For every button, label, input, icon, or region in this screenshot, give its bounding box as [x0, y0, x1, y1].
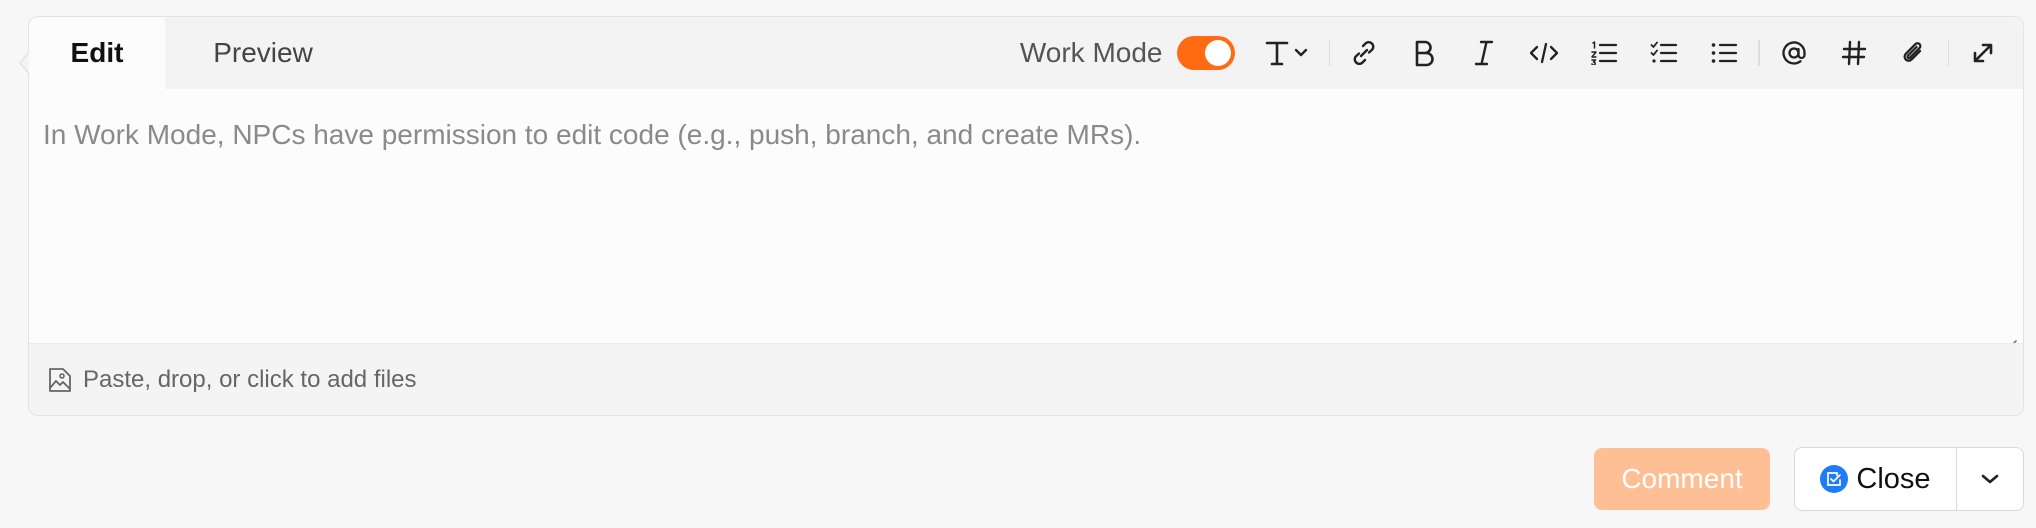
- textarea-placeholder: In Work Mode, NPCs have permission to ed…: [43, 119, 1142, 150]
- toolbar-divider: [1758, 40, 1760, 66]
- text-style-icon: [1265, 41, 1307, 66]
- close-button[interactable]: Close: [1795, 448, 1957, 510]
- text-style-button[interactable]: [1253, 31, 1325, 75]
- close-button-group: Close: [1794, 447, 2024, 511]
- close-status-icon: [1820, 465, 1849, 493]
- comment-button[interactable]: Comment: [1594, 448, 1770, 510]
- work-mode-toggle[interactable]: [1176, 36, 1235, 70]
- chevron-down-icon: [1294, 48, 1307, 57]
- ordered-list-button[interactable]: [1574, 31, 1634, 75]
- tab-preview[interactable]: Preview: [193, 17, 333, 89]
- file-drop-zone[interactable]: Paste, drop, or click to add files: [29, 343, 2023, 415]
- link-button[interactable]: [1334, 31, 1394, 75]
- link-icon: [1353, 40, 1375, 66]
- comment-editor: Edit Preview Work Mode In Work Mode, NPC…: [19, 16, 2024, 416]
- mention-icon: [1781, 41, 1806, 65]
- toggle-knob: [1204, 40, 1231, 66]
- code-button[interactable]: [1514, 31, 1574, 75]
- editor-header: Edit Preview Work Mode: [29, 17, 2023, 89]
- comment-textarea[interactable]: In Work Mode, NPCs have permission to ed…: [29, 89, 2023, 359]
- attachment-icon: [1902, 42, 1921, 62]
- attachment-button[interactable]: [1884, 31, 1944, 75]
- toolbar-divider: [1947, 40, 1949, 66]
- code-icon: [1529, 42, 1559, 64]
- italic-icon: [1474, 40, 1494, 66]
- tab-edit[interactable]: Edit: [29, 17, 165, 89]
- editor-pointer: [19, 51, 30, 75]
- close-button-label: Close: [1856, 462, 1931, 495]
- italic-button[interactable]: [1454, 31, 1514, 75]
- toolbar-divider: [1328, 40, 1330, 66]
- task-list-icon: [1650, 41, 1678, 63]
- chevron-down-icon: [1981, 474, 1999, 484]
- formatting-toolbar: Work Mode: [1020, 17, 2013, 89]
- image-icon: [49, 367, 71, 392]
- work-mode-label: Work Mode: [1019, 37, 1163, 68]
- file-drop-hint: Paste, drop, or click to add files: [83, 365, 417, 393]
- bold-icon: [1415, 40, 1434, 67]
- hashtag-icon: [1841, 40, 1866, 66]
- bullet-list-icon: [1711, 43, 1738, 63]
- hashtag-button[interactable]: [1824, 31, 1884, 75]
- close-options-dropdown[interactable]: [1957, 448, 2023, 510]
- expand-button[interactable]: [1953, 31, 2013, 75]
- mention-button[interactable]: [1764, 31, 1824, 75]
- task-list-button[interactable]: [1634, 31, 1694, 75]
- expand-icon: [1973, 43, 1993, 63]
- bullet-list-button[interactable]: [1694, 31, 1754, 75]
- ordered-list-icon: [1591, 41, 1618, 65]
- bold-button[interactable]: [1394, 31, 1454, 75]
